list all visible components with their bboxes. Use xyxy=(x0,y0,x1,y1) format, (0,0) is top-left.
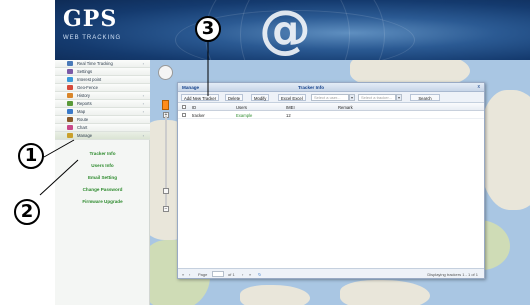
sidebar-item-label: History xyxy=(77,93,91,98)
page-of-label: of 1 xyxy=(228,271,235,277)
cell-user: Example xyxy=(236,112,253,118)
table-row[interactable]: tracker Example 12 xyxy=(178,111,484,119)
chevron-icon: › xyxy=(142,133,144,138)
gear-icon xyxy=(67,69,73,74)
manage-window: Manage Tracker Info x Add New Tracker De… xyxy=(177,82,485,279)
page-label: Page xyxy=(198,271,208,277)
sidebar-item-label: Settings xyxy=(77,69,93,74)
sidebar: Real Time Tracking › Settings Interest p… xyxy=(55,60,150,305)
sidebar-item-label: Chart xyxy=(77,125,88,130)
section-title: Manage xyxy=(182,84,200,90)
route-icon xyxy=(67,117,73,122)
select-tracker-field[interactable]: Select a tracker... xyxy=(358,94,396,101)
map-icon xyxy=(67,109,73,114)
map-pegman-icon[interactable] xyxy=(162,100,169,110)
sidebar-item-manage[interactable]: Manage › xyxy=(55,132,150,140)
sidebar-item-label: Interest point xyxy=(77,77,102,82)
export-excel-button[interactable]: Excel Excel xyxy=(278,94,306,101)
sidebar-item-interest-point[interactable]: Interest point xyxy=(55,76,150,84)
column-header-users[interactable]: Users xyxy=(236,105,247,110)
chevron-icon: › xyxy=(142,61,144,66)
callout-1: 1 xyxy=(18,143,44,169)
column-header-remark[interactable]: Remark xyxy=(338,105,353,110)
chevron-icon: › xyxy=(142,93,144,98)
delete-button[interactable]: Delete xyxy=(225,94,244,101)
window-title: Tracker Info xyxy=(298,84,325,90)
paging-status: Displaying trackers 1 - 1 of 1 xyxy=(427,271,478,277)
sidebar-item-chart[interactable]: Chart xyxy=(55,124,150,132)
sidebar-item-real-time-tracking[interactable]: Real Time Tracking › xyxy=(55,60,150,68)
submenu-change-password[interactable]: Change Password xyxy=(55,187,150,192)
row-checkbox[interactable] xyxy=(182,113,186,117)
window-titlebar: Manage Tracker Info x xyxy=(178,83,484,92)
submenu-email-setting[interactable]: Email Setting xyxy=(55,175,150,180)
cell-id: tracker xyxy=(192,112,205,118)
cell-imei: 12 xyxy=(286,112,291,118)
manage-icon xyxy=(67,133,73,138)
sidebar-item-label: Reports xyxy=(77,101,92,106)
sidebar-item-geo-fence[interactable]: Geo-Fence xyxy=(55,84,150,92)
pin-icon xyxy=(67,77,73,82)
screenshot-stage: GPS WEB TRACKING @ Real Time Tracking › … xyxy=(0,0,530,305)
app-logo-subtitle: WEB TRACKING xyxy=(63,35,122,41)
sidebar-item-map[interactable]: Map › xyxy=(55,108,150,116)
report-icon xyxy=(67,101,73,106)
submenu-firmware-upgrade[interactable]: Firmware Upgrade xyxy=(55,199,150,204)
first-page-icon[interactable]: « xyxy=(182,272,184,277)
sidebar-item-label: Real Time Tracking xyxy=(77,61,113,66)
close-icon[interactable]: x xyxy=(478,84,481,90)
fence-icon xyxy=(67,85,73,90)
select-user-field[interactable]: Select a user... xyxy=(311,94,349,101)
sidebar-item-reports[interactable]: Reports › xyxy=(55,100,150,108)
chevron-icon: › xyxy=(142,101,144,106)
at-symbol-logo: @ xyxy=(259,0,311,60)
map-landmass xyxy=(480,90,530,210)
chart-icon xyxy=(67,125,73,130)
map-landmass xyxy=(240,285,310,305)
car-icon xyxy=(67,61,73,66)
callout-3: 3 xyxy=(195,16,221,42)
search-button[interactable]: Search xyxy=(410,94,440,101)
sidebar-item-settings[interactable]: Settings xyxy=(55,68,150,76)
column-header-id[interactable]: ID xyxy=(192,105,196,110)
page-number-input[interactable] xyxy=(212,271,224,277)
map-landmass xyxy=(340,280,430,305)
zoom-slider-handle[interactable] xyxy=(163,188,169,194)
last-page-icon[interactable]: » xyxy=(249,272,251,277)
chevron-icon: › xyxy=(142,109,144,114)
map-pan-control[interactable] xyxy=(158,65,173,80)
prev-page-icon[interactable]: ‹ xyxy=(189,272,190,277)
history-icon xyxy=(67,93,73,98)
grid-header: ID Users IMEI Remark xyxy=(178,103,484,111)
zoom-out-button[interactable]: − xyxy=(163,206,169,212)
submenu-tracker-info[interactable]: Tracker Info xyxy=(55,151,150,156)
app-logo-title: GPS xyxy=(63,6,118,32)
modify-button[interactable]: Modify xyxy=(251,94,270,101)
next-page-icon[interactable]: › xyxy=(242,272,243,277)
header-banner: GPS WEB TRACKING @ xyxy=(55,0,530,60)
refresh-icon[interactable]: ↻ xyxy=(258,272,261,277)
sidebar-item-label: Map xyxy=(77,109,86,114)
sidebar-item-label: Route xyxy=(77,117,89,122)
pagination-bar: « ‹ Page of 1 › » ↻ Displaying trackers … xyxy=(178,268,484,278)
add-new-tracker-button[interactable]: Add New Tracker xyxy=(181,94,220,101)
sidebar-item-label: Geo-Fence xyxy=(77,85,98,90)
callout-2: 2 xyxy=(14,199,40,225)
sidebar-item-history[interactable]: History › xyxy=(55,92,150,100)
select-all-checkbox[interactable] xyxy=(182,105,186,109)
toolbar: Add New Tracker Delete Modify Excel Exce… xyxy=(178,92,484,103)
column-header-imei[interactable]: IMEI xyxy=(286,105,295,110)
chevron-down-icon[interactable]: ▾ xyxy=(396,94,402,101)
sidebar-item-label: Manage xyxy=(77,133,93,138)
chevron-down-icon[interactable]: ▾ xyxy=(349,94,355,101)
sidebar-item-route[interactable]: Route xyxy=(55,116,150,124)
submenu-users-info[interactable]: Users Info xyxy=(55,163,150,168)
